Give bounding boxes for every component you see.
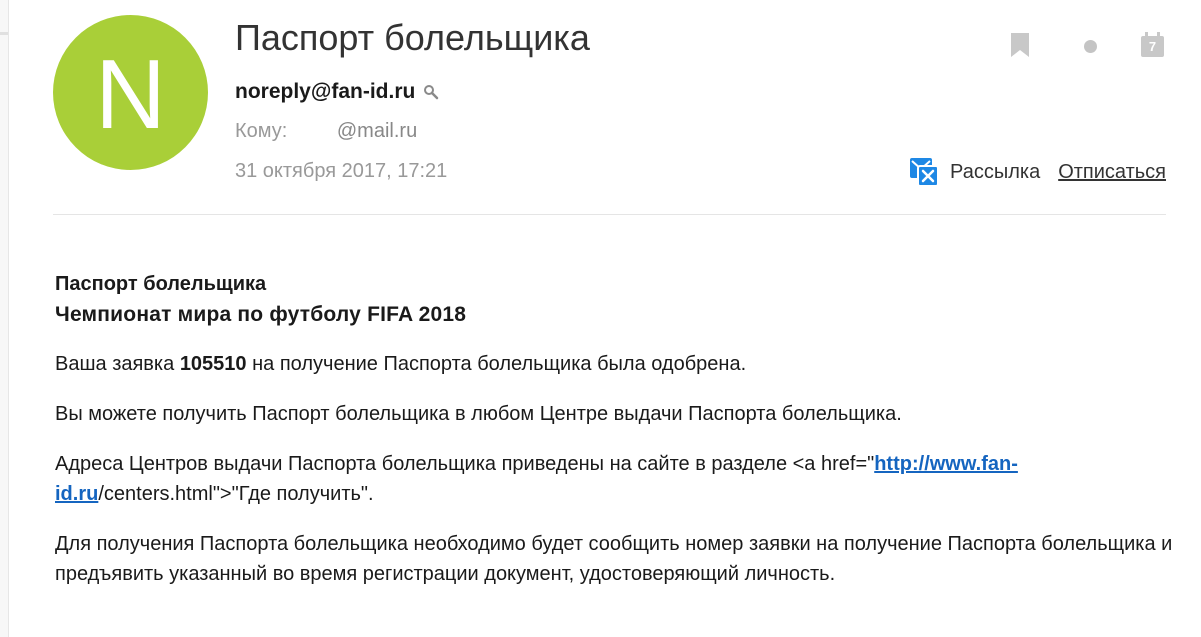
unsubscribe-link[interactable]: Отписаться xyxy=(1058,161,1166,184)
calendar-day: 7 xyxy=(1148,39,1157,54)
p1-text-after: на получение Паспорта болельщика была од… xyxy=(246,353,747,375)
dot-icon[interactable] xyxy=(1084,40,1097,53)
email-subject: Паспорт болельщика xyxy=(235,17,590,58)
body-title: Паспорт болельщика xyxy=(55,273,267,295)
sender-address[interactable]: noreply@fan-id.ru xyxy=(235,80,439,104)
body-subtitle: Чемпионат мира по футболу FIFA 2018 xyxy=(55,303,467,326)
to-label: Кому: xyxy=(235,120,288,142)
email-body: Паспорт болельщика Чемпионат мира по фут… xyxy=(55,270,1175,589)
calendar-icon[interactable]: 7 xyxy=(1140,32,1165,63)
bookmark-icon[interactable] xyxy=(1010,32,1030,58)
application-approved-paragraph: Ваша заявка 105510 на получение Паспорта… xyxy=(55,349,1175,379)
mailing-label: Рассылка xyxy=(950,160,1041,183)
header-actions: 7 xyxy=(1000,30,1180,62)
newsletter-icon[interactable] xyxy=(910,158,939,186)
search-icon[interactable] xyxy=(423,84,439,100)
p3-text-before: Адреса Центров выдачи Паспорта болельщик… xyxy=(55,453,875,475)
rail-mark xyxy=(0,32,8,35)
centers-paragraph: Адреса Центров выдачи Паспорта болельщик… xyxy=(55,449,1175,509)
email-date: 31 октября 2017, 17:21 xyxy=(235,160,448,182)
left-rail xyxy=(0,0,9,637)
p1-text-before: Ваша заявка xyxy=(55,353,180,375)
avatar-letter: N xyxy=(95,38,166,149)
mailing-info: Рассылка Отписаться xyxy=(910,158,1166,186)
sender-email[interactable]: noreply@fan-id.ru xyxy=(235,80,415,104)
recipient-row: Кому: @mail.ru xyxy=(235,120,417,143)
p3-text-after: /centers.html">"Где получить". xyxy=(98,483,374,505)
requirements-paragraph: Для получения Паспорта болельщика необхо… xyxy=(55,533,1173,585)
pickup-paragraph: Вы можете получить Паспорт болельщика в … xyxy=(55,403,902,425)
application-number: 105510 xyxy=(179,353,247,375)
to-address[interactable]: @mail.ru xyxy=(337,120,417,142)
sender-avatar: N xyxy=(53,15,208,170)
header-divider xyxy=(53,214,1166,215)
